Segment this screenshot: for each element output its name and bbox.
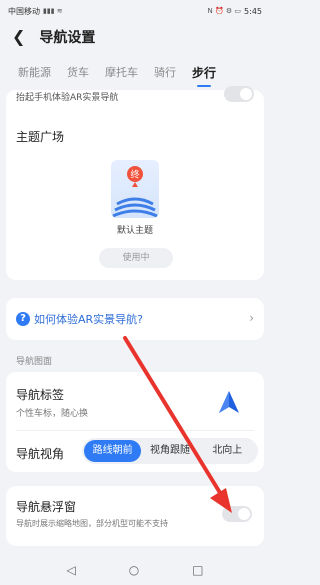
nav-recents-icon[interactable]: □ <box>192 563 203 577</box>
signal-icon: ▮▮▮ ≋ <box>43 7 63 15</box>
default-theme-thumbnail[interactable]: 终 <box>111 160 159 218</box>
question-icon: ? <box>16 312 30 326</box>
in-use-button[interactable]: 使用中 <box>99 248 173 268</box>
system-nav-bar: ◁ ○ □ <box>0 555 270 585</box>
back-arrow-icon[interactable]: ❮ <box>12 29 25 45</box>
chevron-right-icon: › <box>249 311 254 325</box>
theme-card: 抬起手机体验AR实景导航 主题广场 终 默认主题 使用中 <box>6 86 264 280</box>
theme-caption: 默认主题 <box>116 226 153 236</box>
nav-view-label: 导航视角 <box>16 447 65 461</box>
floating-window-toggle[interactable] <box>222 506 252 522</box>
view-option-north-up[interactable]: 北向上 <box>199 440 256 462</box>
floating-window-card: 导航悬浮窗 导航时展示缩略地图，部分机型可能不支持 <box>6 486 264 546</box>
status-time: 5:45 <box>244 6 262 16</box>
nav-view-selector: 路线朝前 视角跟随 北向上 <box>82 438 258 464</box>
tab-truck[interactable]: 货车 <box>59 64 97 80</box>
carrier-label: 中国移动 <box>8 6 40 16</box>
nav-arrow-icon[interactable] <box>218 390 240 414</box>
floating-window-title: 导航悬浮窗 <box>16 500 77 514</box>
page-header: ❮ 导航设置 <box>0 22 270 52</box>
ar-help-text: 如何体验AR实景导航? <box>34 313 144 326</box>
theme-road-icon: 终 <box>112 166 158 218</box>
ar-hint-text: 抬起手机体验AR实景导航 <box>16 93 119 103</box>
page-title: 导航设置 <box>39 30 96 46</box>
nav-home-icon[interactable]: ○ <box>129 563 139 577</box>
nav-back-icon[interactable]: ◁ <box>66 563 75 577</box>
view-option-route-forward[interactable]: 路线朝前 <box>84 440 142 462</box>
tab-new-energy[interactable]: 新能源 <box>10 64 59 80</box>
floating-window-subtitle: 导航时展示缩略地图，部分机型可能不支持 <box>16 519 168 528</box>
nav-tag-title[interactable]: 导航标签 <box>16 386 64 403</box>
status-bar: 中国移动 ▮▮▮ ≋ N ⏰ ⚙ ▭ 5:45 <box>0 0 270 22</box>
ar-help-link[interactable]: ? 如何体验AR实景导航? › <box>6 298 264 340</box>
status-icons: N ⏰ ⚙ ▭ <box>207 7 242 15</box>
tab-walking[interactable]: 步行 <box>184 64 224 87</box>
nav-display-card: 导航标签 个性车标，随心换 导航视角 路线朝前 视角跟随 北向上 <box>6 372 264 472</box>
view-option-follow[interactable]: 视角跟随 <box>141 440 198 462</box>
nav-tag-subtitle: 个性车标，随心换 <box>16 409 89 419</box>
tab-cycling[interactable]: 骑行 <box>146 64 184 80</box>
theme-badge-text: 终 <box>130 169 139 181</box>
ar-hint-toggle[interactable] <box>224 86 254 102</box>
divider <box>16 430 254 431</box>
theme-section-title: 主题广场 <box>16 130 65 144</box>
section-label: 导航图面 <box>16 357 53 367</box>
mode-tabs: 新能源 货车 摩托车 骑行 步行 <box>0 58 270 87</box>
tab-motorcycle[interactable]: 摩托车 <box>97 64 146 80</box>
